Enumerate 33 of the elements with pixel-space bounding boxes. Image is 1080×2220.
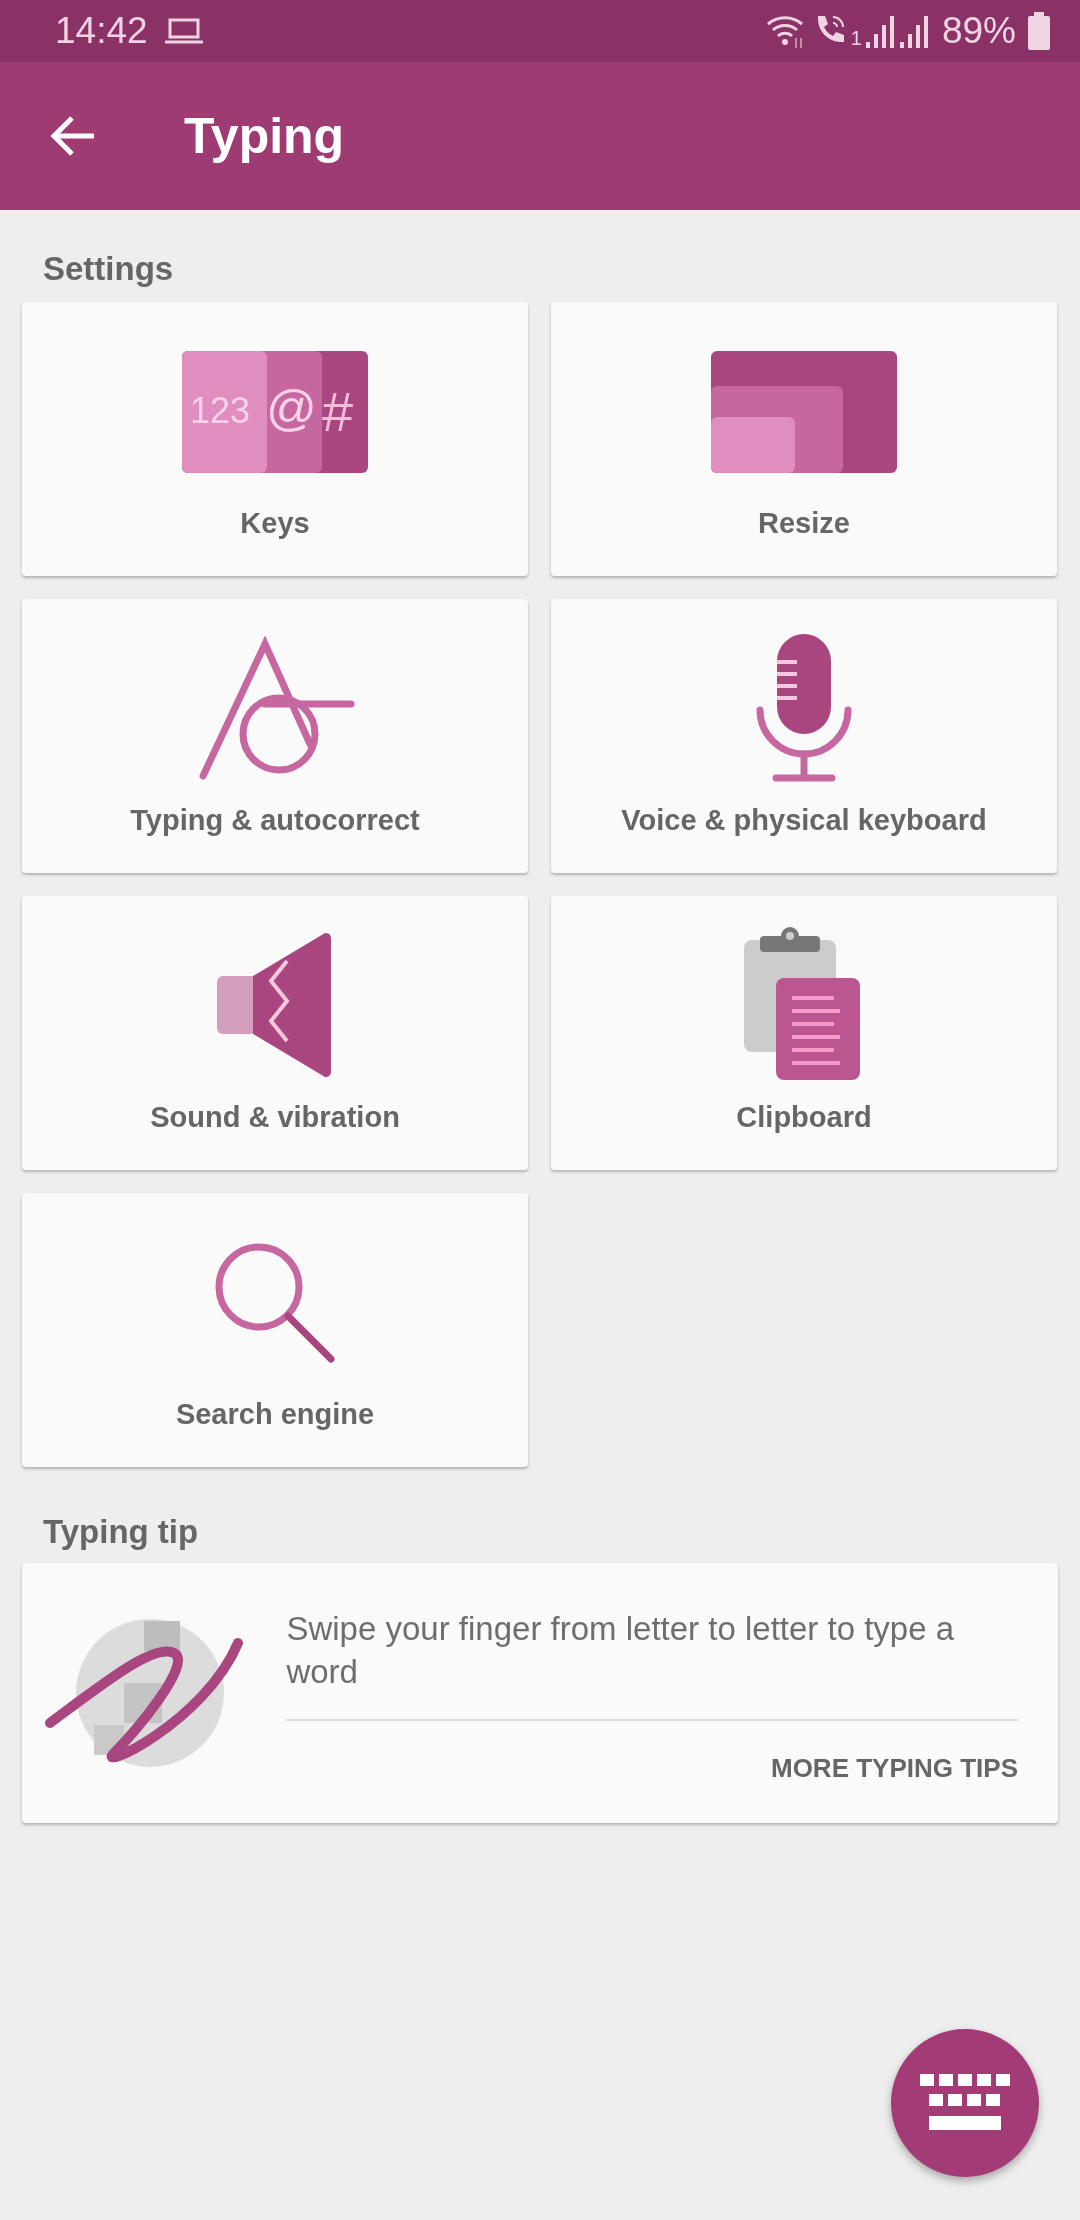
more-tips-button[interactable]: MORE TYPING TIPS <box>770 1749 1018 1788</box>
signal-icon <box>865 14 896 48</box>
tile-label: Typing & autocorrect <box>130 803 420 838</box>
tile-label: Search engine <box>175 1397 375 1432</box>
tip-text: Swipe your finger from letter to letter to type a word <box>286 1609 956 1692</box>
screen-title: Typing <box>184 106 345 166</box>
settings-tile[interactable]: Typing & autocorrect <box>22 599 528 873</box>
sim-label: 1 <box>850 26 862 51</box>
resize-icon <box>711 351 897 473</box>
clock: 14:42 <box>55 9 148 54</box>
battery-level: 89% <box>941 9 1016 54</box>
settings-tile[interactable]: Clipboard <box>551 896 1057 1170</box>
tile-label: Keys <box>240 506 310 541</box>
keys-icon: 123 @# <box>182 351 368 473</box>
tile-label: Voice & physical keyboard <box>621 803 987 838</box>
search-icon <box>213 1241 337 1365</box>
settings-tile[interactable]: Search engine <box>22 1193 528 1467</box>
back-button[interactable] <box>50 116 96 156</box>
microphone-icon <box>754 634 854 784</box>
tile-label: Sound & vibration <box>150 1100 400 1135</box>
section-heading: Settings <box>43 250 174 287</box>
tile-label: Resize <box>758 506 850 541</box>
tile-label: Clipboard <box>736 1100 872 1135</box>
settings-tile[interactable]: Voice & physical keyboard <box>551 599 1057 873</box>
settings-tile[interactable]: Sound & vibration <box>22 896 528 1170</box>
settings-tile[interactable]: Resize <box>551 302 1057 576</box>
keyboard-icon <box>920 2074 1010 2132</box>
signal-icon <box>899 14 930 48</box>
keyboard-button[interactable] <box>891 2029 1039 2177</box>
battery-icon <box>1028 12 1050 50</box>
settings-tile[interactable]: 123 @# Keys <box>22 302 528 576</box>
laptop-icon <box>163 18 204 44</box>
section-heading: Typing tip <box>43 1513 199 1550</box>
